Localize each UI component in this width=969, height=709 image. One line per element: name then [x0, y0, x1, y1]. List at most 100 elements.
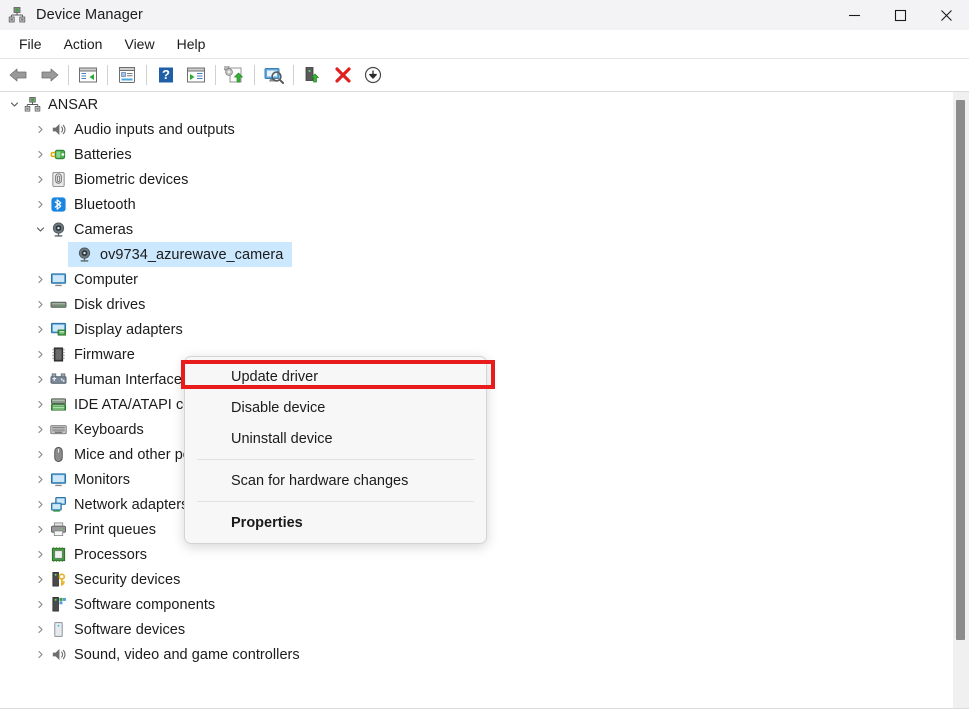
chevron-right-icon[interactable]: [32, 275, 48, 284]
network-adapter-icon: [48, 496, 68, 514]
tree-item-bluetooth[interactable]: Bluetooth: [0, 192, 969, 217]
chevron-right-icon[interactable]: [32, 575, 48, 584]
tree-item-label: Bluetooth: [74, 196, 136, 213]
tree-item-label: Software devices: [74, 621, 186, 638]
context-menu-item-update-driver[interactable]: Update driver: [185, 361, 486, 392]
chevron-right-icon[interactable]: [32, 650, 48, 659]
svg-text:?: ?: [162, 67, 170, 82]
enable-device-icon[interactable]: [298, 62, 328, 88]
help-icon[interactable]: ?: [151, 62, 181, 88]
chevron-right-icon[interactable]: [32, 200, 48, 209]
tree-item-label: Sound, video and game controllers: [74, 646, 300, 663]
chevron-right-icon[interactable]: [32, 500, 48, 509]
menu-help[interactable]: Help: [166, 33, 217, 55]
tree-item-batteries[interactable]: Batteries: [0, 142, 969, 167]
menu-view[interactable]: View: [113, 33, 165, 55]
show-hide-console-tree-icon[interactable]: [73, 62, 103, 88]
tree-item-display-adapters[interactable]: Display adapters: [0, 317, 969, 342]
menu-action[interactable]: Action: [53, 33, 114, 55]
tree-item-computer[interactable]: Computer: [0, 267, 969, 292]
disable-device-icon[interactable]: [358, 62, 388, 88]
tree-item-software-devices[interactable]: Software devices: [0, 617, 969, 642]
printer-icon: [48, 521, 68, 539]
tree-item-sound-video-and-game-controllers[interactable]: Sound, video and game controllers: [0, 642, 969, 667]
context-menu-item-disable-device[interactable]: Disable device: [185, 392, 486, 423]
chevron-right-icon[interactable]: [32, 400, 48, 409]
show-hide-action-pane-icon[interactable]: [181, 62, 211, 88]
bluetooth-icon: [48, 196, 68, 214]
chevron-right-icon[interactable]: [32, 600, 48, 609]
tree-item-label: ANSAR: [48, 96, 99, 113]
tree-item-label: Software components: [74, 596, 216, 613]
tree-item-label: Processors: [74, 546, 148, 563]
vertical-scrollbar[interactable]: [953, 92, 969, 709]
close-icon[interactable]: [923, 0, 969, 30]
tree-item-software-components[interactable]: Software components: [0, 592, 969, 617]
toolbar-separator: [146, 65, 147, 85]
back-icon[interactable]: [4, 62, 34, 88]
camera-icon: [74, 246, 94, 264]
chevron-down-icon[interactable]: [6, 100, 22, 109]
uninstall-device-icon[interactable]: [328, 62, 358, 88]
firmware-chip-icon: [48, 346, 68, 364]
tree-item-disk-drives[interactable]: Disk drives: [0, 292, 969, 317]
chevron-right-icon[interactable]: [32, 175, 48, 184]
menu-bar: File Action View Help: [0, 30, 969, 59]
monitor-icon: [48, 471, 68, 489]
tree-item-ov9734-azurewave-camera[interactable]: ov9734_azurewave_camera: [0, 242, 969, 267]
toolbar-separator: [215, 65, 216, 85]
maximize-icon[interactable]: [877, 0, 923, 30]
tree-item-ansar[interactable]: ANSAR: [0, 92, 969, 117]
chevron-right-icon[interactable]: [32, 325, 48, 334]
tree-item-label: Keyboards: [74, 421, 144, 438]
context-menu-item-scan-for-hardware-changes[interactable]: Scan for hardware changes: [185, 465, 486, 496]
chevron-right-icon[interactable]: [32, 375, 48, 384]
context-menu-separator: [197, 459, 474, 460]
chevron-right-icon[interactable]: [32, 300, 48, 309]
chevron-down-icon[interactable]: [32, 225, 48, 234]
tree-item-label: Network adapters: [74, 496, 189, 513]
chevron-right-icon[interactable]: [32, 625, 48, 634]
chevron-right-icon[interactable]: [32, 550, 48, 559]
minimize-icon[interactable]: [831, 0, 877, 30]
toolbar: ?: [0, 59, 969, 92]
display-adapter-icon: [48, 321, 68, 339]
tree-item-audio-inputs-and-outputs[interactable]: Audio inputs and outputs: [0, 117, 969, 142]
tree-item-security-devices[interactable]: Security devices: [0, 567, 969, 592]
battery-icon: [48, 146, 68, 164]
tree-item-processors[interactable]: Processors: [0, 542, 969, 567]
chevron-right-icon[interactable]: [32, 475, 48, 484]
context-menu-item-properties[interactable]: Properties: [185, 507, 486, 538]
chevron-right-icon[interactable]: [32, 450, 48, 459]
context-menu-item-uninstall-device[interactable]: Uninstall device: [185, 423, 486, 454]
scan-for-hardware-changes-icon[interactable]: [259, 62, 289, 88]
chevron-right-icon[interactable]: [32, 425, 48, 434]
camera-icon: [48, 221, 68, 239]
chevron-right-icon[interactable]: [32, 150, 48, 159]
context-menu: Update driver Disable device Uninstall d…: [184, 356, 487, 544]
tree-item-label: Firmware: [74, 346, 135, 363]
update-driver-icon[interactable]: [220, 62, 250, 88]
chevron-right-icon[interactable]: [32, 525, 48, 534]
scrollbar-thumb[interactable]: [956, 100, 965, 640]
tree-item-cameras[interactable]: Cameras: [0, 217, 969, 242]
tree-item-label: Disk drives: [74, 296, 146, 313]
disk-drive-icon: [48, 296, 68, 314]
software-component-icon: [48, 596, 68, 614]
tree-item-label: Print queues: [74, 521, 157, 538]
tree-item-label: Monitors: [74, 471, 130, 488]
chevron-right-icon[interactable]: [32, 125, 48, 134]
menu-file[interactable]: File: [8, 33, 53, 55]
toolbar-separator: [107, 65, 108, 85]
keyboard-icon: [48, 421, 68, 439]
monitor-icon: [48, 271, 68, 289]
chevron-right-icon[interactable]: [32, 350, 48, 359]
properties-icon[interactable]: [112, 62, 142, 88]
tree-item-label: Batteries: [74, 146, 132, 163]
forward-icon[interactable]: [34, 62, 64, 88]
fingerprint-icon: [48, 171, 68, 189]
tree-item-label: Security devices: [74, 571, 181, 588]
tree-item-biometric-devices[interactable]: Biometric devices: [0, 167, 969, 192]
toolbar-separator: [254, 65, 255, 85]
ide-controller-icon: [48, 396, 68, 414]
